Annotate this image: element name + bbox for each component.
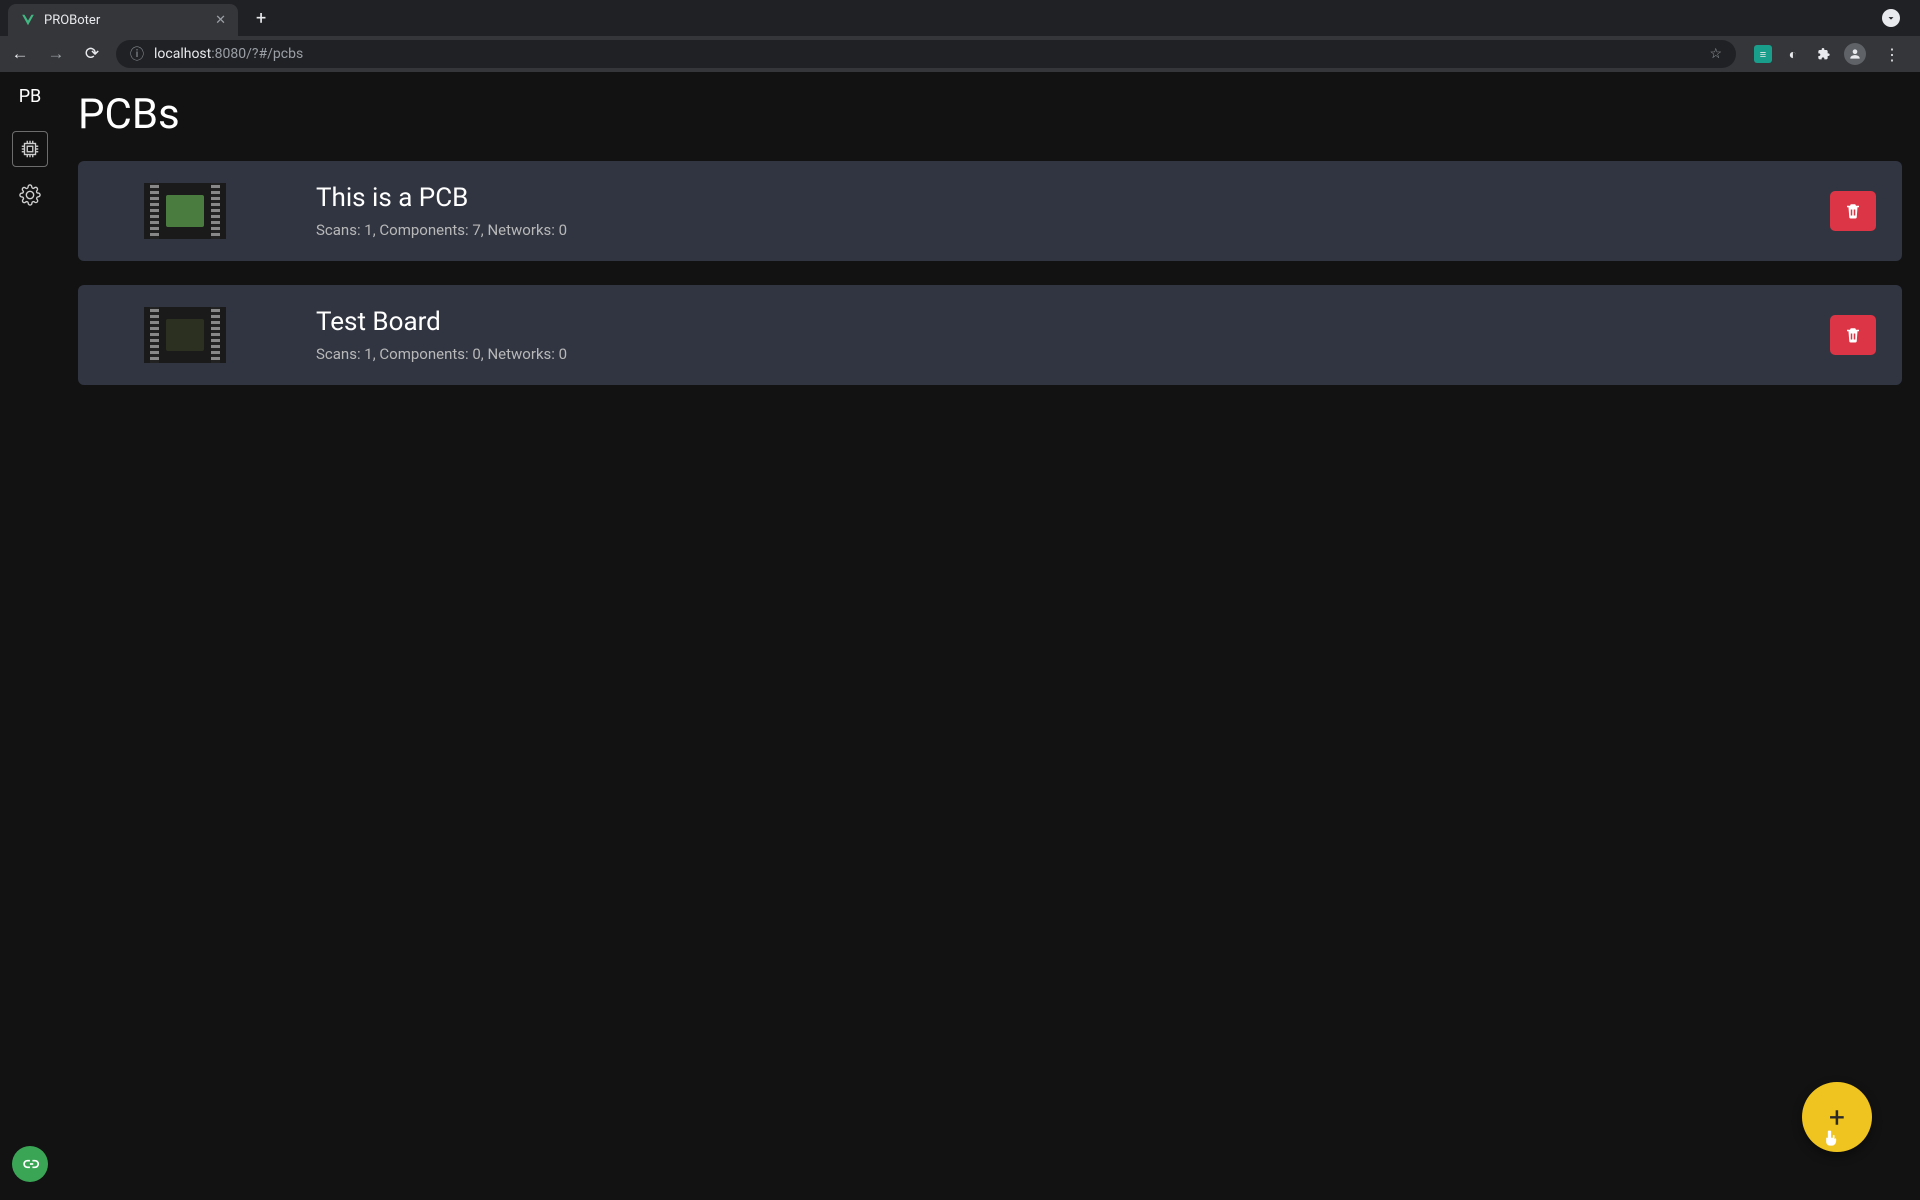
main-content: PCBs This is a PCB Scans: 1, Components:… xyxy=(60,72,1920,1200)
browser-chrome: PROBoter ✕ + ← → ⟳ ⓘ localhost:8080/?#/p… xyxy=(0,0,1920,72)
pcb-info: This is a PCB Scans: 1, Components: 7, N… xyxy=(316,183,1830,239)
plus-icon: + xyxy=(1829,1101,1845,1134)
pcb-name: Test Board xyxy=(316,307,1830,337)
sidebar: PB xyxy=(0,72,60,1200)
extensions-puzzle-icon[interactable] xyxy=(1814,45,1832,63)
minimize-button[interactable] xyxy=(1882,9,1900,27)
extensions: ≡ ◐ ⋮ xyxy=(1748,43,1912,65)
pcb-card[interactable]: Test Board Scans: 1, Components: 0, Netw… xyxy=(78,285,1902,385)
gear-icon xyxy=(19,184,41,206)
delete-button[interactable] xyxy=(1830,191,1876,231)
trash-icon xyxy=(1844,202,1862,220)
trash-icon xyxy=(1844,326,1862,344)
chip-icon xyxy=(19,138,41,160)
site-info-icon[interactable]: ⓘ xyxy=(130,44,144,64)
browser-tab[interactable]: PROBoter ✕ xyxy=(8,4,238,36)
pcb-thumbnail xyxy=(144,183,226,239)
extension-icon[interactable]: ≡ xyxy=(1754,45,1772,63)
page-title: PCBs xyxy=(78,90,1902,139)
pcb-stats: Scans: 1, Components: 0, Networks: 0 xyxy=(316,345,1830,363)
sidebar-item-pcbs[interactable] xyxy=(12,131,48,167)
pcb-thumbnail xyxy=(144,307,226,363)
extension-icon[interactable]: ◐ xyxy=(1784,45,1802,63)
pcb-stats: Scans: 1, Components: 7, Networks: 0 xyxy=(316,221,1830,239)
vue-icon xyxy=(20,12,36,28)
tab-title: PROBoter xyxy=(44,13,207,28)
add-pcb-button[interactable]: + xyxy=(1802,1082,1872,1152)
url-text: localhost:8080/?#/pcbs xyxy=(154,46,303,62)
connection-fab[interactable] xyxy=(12,1146,48,1182)
link-icon xyxy=(20,1154,40,1174)
pcb-chip-icon xyxy=(166,195,204,227)
forward-button[interactable]: → xyxy=(44,44,68,64)
close-icon[interactable]: ✕ xyxy=(215,13,226,28)
back-button[interactable]: ← xyxy=(8,44,32,64)
profile-avatar-icon[interactable] xyxy=(1844,43,1866,65)
pcb-name: This is a PCB xyxy=(316,183,1830,213)
app-root: PB xyxy=(0,72,1920,1200)
sidebar-item-settings[interactable] xyxy=(12,177,48,213)
bookmark-icon[interactable]: ☆ xyxy=(1709,46,1722,62)
pcb-chip-icon xyxy=(166,319,204,351)
address-bar: ← → ⟳ ⓘ localhost:8080/?#/pcbs ☆ ≡ ◐ ⋮ xyxy=(0,36,1920,72)
new-tab-button[interactable]: + xyxy=(246,8,276,29)
pcb-card[interactable]: This is a PCB Scans: 1, Components: 7, N… xyxy=(78,161,1902,261)
delete-button[interactable] xyxy=(1830,315,1876,355)
browser-menu-icon[interactable]: ⋮ xyxy=(1878,45,1906,64)
app-logo[interactable]: PB xyxy=(19,86,42,107)
reload-button[interactable]: ⟳ xyxy=(80,44,104,64)
url-bar[interactable]: ⓘ localhost:8080/?#/pcbs ☆ xyxy=(116,40,1736,68)
tab-bar: PROBoter ✕ + xyxy=(0,0,1920,36)
pcb-info: Test Board Scans: 1, Components: 0, Netw… xyxy=(316,307,1830,363)
